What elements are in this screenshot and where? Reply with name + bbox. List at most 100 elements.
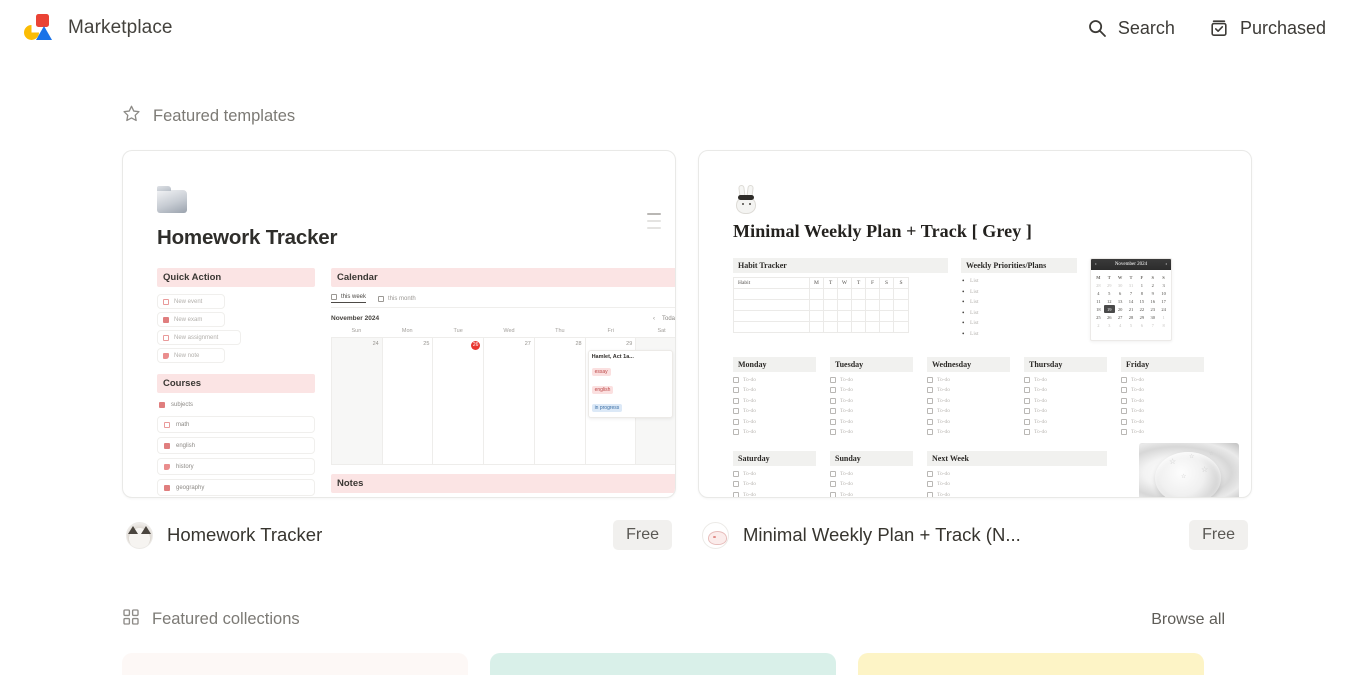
list-item[interactable]: List [961, 277, 1077, 285]
todo-item[interactable]: To-do [1121, 429, 1204, 435]
mc-day[interactable]: 18 [1093, 305, 1104, 313]
table-row[interactable] [734, 289, 908, 300]
list-item[interactable]: List [961, 288, 1077, 296]
mc-day[interactable]: 16 [1147, 297, 1158, 305]
checkbox-icon[interactable] [1024, 397, 1030, 404]
checkbox-icon[interactable] [1121, 376, 1127, 383]
mc-day[interactable]: 2 [1147, 281, 1158, 289]
mc-day[interactable]: 8 [1158, 321, 1169, 329]
search-button[interactable]: Search [1087, 18, 1175, 39]
todo-item[interactable]: To-do [927, 491, 1107, 497]
list-item[interactable]: List [961, 298, 1077, 306]
checkbox-icon[interactable] [927, 408, 933, 414]
quick-action-item[interactable]: New assignment [157, 330, 241, 345]
todo-item[interactable]: To-do [1024, 387, 1107, 393]
mc-day[interactable]: 5 [1104, 289, 1115, 297]
calendar-cell[interactable]: 28 [533, 338, 585, 464]
todo-item[interactable]: To-do [733, 387, 816, 393]
checkbox-icon[interactable] [927, 470, 933, 477]
todo-item[interactable]: To-do [830, 481, 913, 487]
mc-day[interactable]: 7 [1147, 321, 1158, 329]
list-item[interactable]: List [961, 330, 1077, 338]
mc-day[interactable]: 7 [1126, 289, 1137, 297]
checkbox-icon[interactable] [1024, 387, 1030, 393]
mc-day[interactable]: 6 [1115, 289, 1126, 297]
todo-item[interactable]: To-do [830, 387, 913, 393]
checkbox-icon[interactable] [927, 491, 933, 497]
mc-day[interactable]: 11 [1093, 297, 1104, 305]
checkbox-icon[interactable] [1024, 376, 1030, 383]
template-card-minimal-weekly-plan[interactable]: Minimal Weekly Plan + Track [ Grey ] Hab… [698, 150, 1252, 550]
todo-item[interactable]: To-do [927, 429, 1010, 435]
brand[interactable]: Marketplace [24, 13, 173, 43]
template-preview[interactable]: Homework Tracker Quick Action New event … [122, 150, 676, 498]
mc-day[interactable]: 27 [1115, 313, 1126, 321]
todo-item[interactable]: To-do [927, 481, 1107, 487]
mini-calendar-prev-icon[interactable]: ‹ [1095, 262, 1097, 267]
list-item[interactable]: List [961, 309, 1077, 317]
mc-day[interactable]: 15 [1136, 297, 1147, 305]
mc-day[interactable]: 26 [1104, 313, 1115, 321]
mc-day[interactable]: 5 [1126, 321, 1137, 329]
collection-card[interactable] [490, 653, 836, 675]
mc-day[interactable]: 8 [1136, 289, 1147, 297]
calendar-prev-icon[interactable]: ‹ [653, 316, 655, 322]
checkbox-icon[interactable] [927, 376, 933, 383]
mc-day[interactable]: 9 [1147, 289, 1158, 297]
checkbox-icon[interactable] [733, 408, 739, 414]
table-row[interactable] [734, 300, 908, 311]
checkbox-icon[interactable] [830, 470, 836, 477]
checkbox-icon[interactable] [733, 387, 739, 393]
mc-day[interactable]: 21 [1126, 305, 1137, 313]
todo-item[interactable]: To-do [1121, 397, 1204, 404]
checkbox-icon[interactable] [733, 481, 739, 487]
calendar-cell[interactable]: 29 Hamlet, Act 1a... essay english in pr… [584, 338, 674, 464]
mc-day[interactable]: 17 [1158, 297, 1169, 305]
checkbox-icon[interactable] [830, 418, 836, 425]
mc-day-selected[interactable]: 19 [1103, 305, 1115, 313]
mc-day[interactable]: 3 [1158, 281, 1169, 289]
mc-day[interactable]: 14 [1126, 297, 1137, 305]
checkbox-icon[interactable] [733, 470, 739, 477]
mc-day[interactable]: 12 [1104, 297, 1115, 305]
template-card-homework-tracker[interactable]: Homework Tracker Quick Action New event … [122, 150, 676, 550]
todo-item[interactable]: To-do [733, 408, 816, 414]
mc-day[interactable]: 4 [1115, 321, 1126, 329]
calendar-cell[interactable]: 25 [381, 338, 433, 464]
mc-day[interactable]: 13 [1115, 297, 1126, 305]
mc-day[interactable]: 6 [1136, 321, 1147, 329]
todo-item[interactable]: To-do [1024, 376, 1107, 383]
todo-item[interactable]: To-do [830, 376, 913, 383]
table-row[interactable] [734, 311, 908, 322]
purchased-button[interactable]: Purchased [1209, 18, 1326, 39]
mc-day[interactable]: 23 [1147, 305, 1158, 313]
checkbox-icon[interactable] [1121, 397, 1127, 404]
mc-day[interactable]: 29 [1104, 281, 1115, 289]
tab-this-month[interactable]: this month [378, 294, 416, 303]
todo-item[interactable]: To-do [733, 429, 816, 435]
mc-day[interactable]: 20 [1115, 305, 1126, 313]
collection-card[interactable] [122, 653, 468, 675]
todo-item[interactable]: To-do [733, 481, 816, 487]
mc-day[interactable]: 22 [1136, 305, 1147, 313]
checkbox-icon[interactable] [830, 397, 836, 404]
mc-day[interactable]: 31 [1126, 281, 1137, 289]
collection-card[interactable] [858, 653, 1204, 675]
course-item[interactable]: history [157, 458, 315, 475]
quick-action-item[interactable]: New note [157, 348, 225, 363]
checkbox-icon[interactable] [927, 418, 933, 425]
checkbox-icon[interactable] [1121, 429, 1127, 435]
table-row[interactable] [734, 322, 908, 333]
course-item[interactable]: subjects [157, 397, 315, 412]
todo-item[interactable]: To-do [733, 418, 816, 425]
mc-day[interactable]: 10 [1158, 289, 1169, 297]
checkbox-icon[interactable] [733, 376, 739, 383]
browse-all-link[interactable]: Browse all [1151, 611, 1225, 629]
checkbox-icon[interactable] [733, 397, 739, 404]
course-item[interactable]: math [157, 416, 315, 433]
mini-calendar-next-icon[interactable]: › [1165, 262, 1167, 267]
todo-item[interactable]: To-do [1121, 387, 1204, 393]
mc-day[interactable]: 30 [1115, 281, 1126, 289]
calendar-event[interactable]: Hamlet, Act 1a... essay english in progr… [587, 350, 674, 418]
mc-day[interactable]: 24 [1158, 305, 1169, 313]
